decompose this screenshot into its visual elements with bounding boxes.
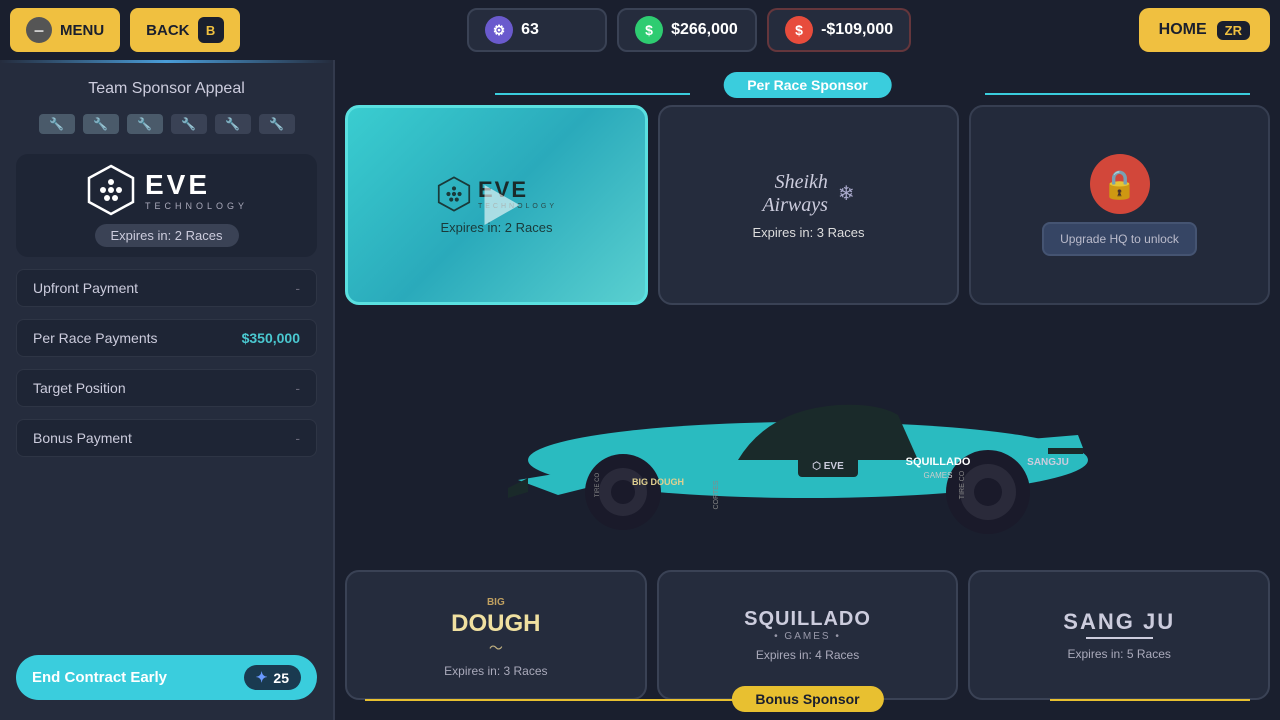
left-panel: Team Sponsor Appeal 🔧 🔧 🔧 🔧 🔧 🔧 xyxy=(0,60,335,720)
big-dough-logo: BIG DOUGH 〜 xyxy=(451,592,540,658)
f1-car-area: TIRE CO TIRE CO SQUILLADO GAMES ⬡ EVE SA… xyxy=(345,315,1270,565)
svg-text:TIRE CO: TIRE CO xyxy=(595,473,601,498)
svg-text:TIRE CO: TIRE CO xyxy=(959,470,966,499)
big-dough-expires: Expires in: 3 Races xyxy=(444,664,547,678)
lock-icon: 🔒 xyxy=(1090,154,1150,214)
right-panel: Per Race Sponsor EVE xyxy=(335,60,1280,720)
money-stat: $ $266,000 xyxy=(617,8,757,52)
appeal-icons: 🔧 🔧 🔧 🔧 🔧 🔧 xyxy=(16,114,317,134)
eve-logo-large: EVE TECHNOLOGY xyxy=(85,164,248,216)
eve-text-large: EVE TECHNOLOGY xyxy=(145,169,248,211)
play-icon xyxy=(484,185,519,225)
sangju-name: SANG JU xyxy=(1063,609,1175,635)
per-race-label: Per Race Payments xyxy=(33,330,158,346)
upfront-value: - xyxy=(295,280,300,296)
home-label: HOME xyxy=(1159,21,1207,39)
contract-target: Target Position - xyxy=(16,369,317,407)
team-appeal-title: Team Sponsor Appeal xyxy=(16,80,317,98)
end-contract-cost-badge: ✦ 25 xyxy=(244,665,301,690)
per-race-sponsor-cards: EVE TECHNOLOGY Expires in: 2 Races Sheik… xyxy=(345,105,1270,305)
back-badge: B xyxy=(198,17,224,43)
squillado-expires: Expires in: 4 Races xyxy=(756,648,859,662)
sheikh-logo: Sheikh Airways ❄ xyxy=(762,171,854,217)
menu-button[interactable]: – MENU xyxy=(10,8,120,52)
back-label: BACK xyxy=(146,22,189,39)
bonus-sponsor-label: Bonus Sponsor xyxy=(731,686,883,712)
main-content: Team Sponsor Appeal 🔧 🔧 🔧 🔧 🔧 🔧 xyxy=(0,60,1280,720)
bonus-sponsor-cards: BIG DOUGH 〜 Expires in: 3 Races SQUILLAD… xyxy=(345,570,1270,700)
big-dough-name: DOUGH xyxy=(451,610,540,638)
end-contract-cost: 25 xyxy=(273,670,289,686)
svg-text:SQUILLADO: SQUILLADO xyxy=(905,456,970,468)
svg-text:⬡ EVE: ⬡ EVE xyxy=(812,461,844,472)
sheikh-name-text: Sheikh Airways xyxy=(762,171,828,217)
menu-label: MENU xyxy=(60,22,104,39)
home-button[interactable]: HOME ZR xyxy=(1139,8,1270,52)
eve-sponsor-sub: TECHNOLOGY xyxy=(145,201,248,211)
appeal-icon-6: 🔧 xyxy=(259,114,295,134)
squillado-card[interactable]: SQUILLADO • GAMES • Expires in: 4 Races xyxy=(657,570,959,700)
sangju-line xyxy=(1086,637,1153,639)
stats-group: ⚙ 63 $ $266,000 $ -$109,000 xyxy=(467,8,911,52)
bonus-label: Bonus Payment xyxy=(33,430,132,446)
spend-value: -$109,000 xyxy=(821,21,893,39)
squillado-logo: SQUILLADO • GAMES • xyxy=(744,608,871,642)
target-label: Target Position xyxy=(33,380,126,396)
appeal-icon-4: 🔧 xyxy=(171,114,207,134)
target-value: - xyxy=(295,380,300,396)
per-race-sponsor-label: Per Race Sponsor xyxy=(723,72,892,98)
end-contract-label: End Contract Early xyxy=(32,669,167,686)
upgrade-hq-button[interactable]: Upgrade HQ to unlock xyxy=(1042,222,1197,256)
big-dough-card[interactable]: BIG DOUGH 〜 Expires in: 3 Races xyxy=(345,570,647,700)
squillado-sub: • GAMES • xyxy=(744,631,871,642)
squillado-name: SQUILLADO xyxy=(744,608,871,631)
svg-text:SANGJU: SANGJU xyxy=(1027,457,1069,468)
tech-stat: ⚙ 63 xyxy=(467,8,607,52)
back-button[interactable]: BACK B xyxy=(130,8,239,52)
home-badge: ZR xyxy=(1217,21,1250,40)
sangju-card[interactable]: SANG JU Expires in: 5 Races xyxy=(968,570,1270,700)
money-value: $266,000 xyxy=(671,21,738,39)
appeal-icon-2: 🔧 xyxy=(83,114,119,134)
tech-value: 63 xyxy=(521,21,539,39)
dough-mustache-icon: 〜 xyxy=(451,638,540,658)
money-icon: $ xyxy=(635,16,663,44)
eve-card-hex-icon xyxy=(436,176,472,212)
eve-sponsor-name: EVE xyxy=(145,169,248,201)
svg-text:GAMES: GAMES xyxy=(923,471,952,480)
appeal-icon-5: 🔧 xyxy=(215,114,251,134)
bonus-value: - xyxy=(295,430,300,446)
f1-car-svg: TIRE CO TIRE CO SQUILLADO GAMES ⬡ EVE SA… xyxy=(458,330,1158,550)
sangju-logo: SANG JU xyxy=(1063,609,1175,641)
appeal-icon-1: 🔧 xyxy=(39,114,75,134)
sheikh-card-expires: Expires in: 3 Races xyxy=(753,225,865,240)
svg-text:CORTES: CORTES xyxy=(713,480,720,509)
sangju-expires: Expires in: 5 Races xyxy=(1067,647,1170,661)
sponsor-logo-area: EVE TECHNOLOGY Expires in: 2 Races xyxy=(16,154,317,257)
top-bar: – MENU BACK B ⚙ 63 $ $266,000 $ -$109,00… xyxy=(0,0,1280,60)
svg-text:BIG DOUGH: BIG DOUGH xyxy=(631,477,683,487)
upfront-label: Upfront Payment xyxy=(33,280,138,296)
eve-hex-icon xyxy=(85,164,137,216)
spend-icon: $ xyxy=(785,16,813,44)
contract-bonus: Bonus Payment - xyxy=(16,419,317,457)
sheikh-snowflake-icon: ❄ xyxy=(838,181,855,206)
contract-upfront: Upfront Payment - xyxy=(16,269,317,307)
per-race-line-left xyxy=(495,93,690,95)
menu-circle-icon: – xyxy=(26,17,52,43)
bonus-line-right xyxy=(1050,699,1250,701)
tech-icon: ⚙ xyxy=(485,16,513,44)
appeal-icon-3: 🔧 xyxy=(127,114,163,134)
contract-per-race: Per Race Payments $350,000 xyxy=(16,319,317,357)
spend-stat: $ -$109,000 xyxy=(767,8,911,52)
sheikh-sponsor-card[interactable]: Sheikh Airways ❄ Expires in: 3 Races xyxy=(658,105,959,305)
per-race-line-right xyxy=(985,93,1250,95)
eve-sponsor-card[interactable]: EVE TECHNOLOGY Expires in: 2 Races xyxy=(345,105,648,305)
star-icon: ✦ xyxy=(256,669,268,686)
locked-sponsor-card: 🔒 Upgrade HQ to unlock xyxy=(969,105,1270,305)
end-contract-button[interactable]: End Contract Early ✦ 25 xyxy=(16,655,317,700)
sponsor-expires-badge: Expires in: 2 Races xyxy=(95,224,239,247)
per-race-value: $350,000 xyxy=(242,330,300,346)
